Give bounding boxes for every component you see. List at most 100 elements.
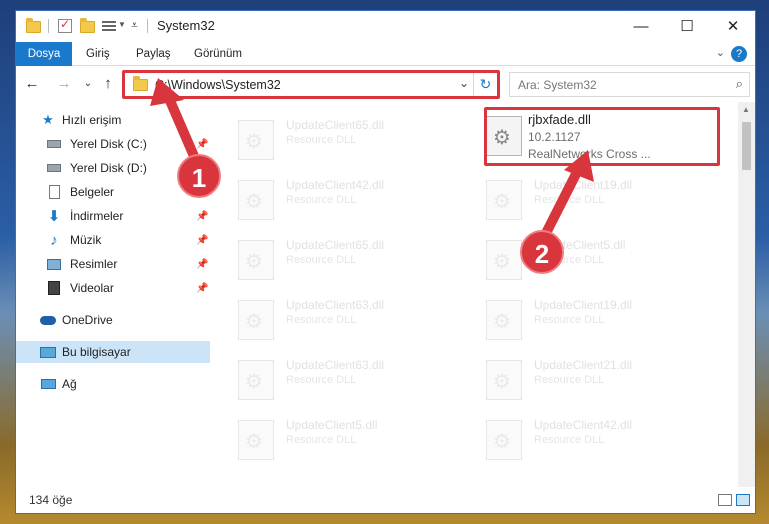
nav-item-videos[interactable]: Videolar 📌 bbox=[16, 277, 210, 299]
file-item[interactable]: UpdateClient21.dll Resource DLL bbox=[466, 352, 706, 408]
file-item[interactable]: UpdateClient19.dll Resource DLL bbox=[466, 172, 706, 228]
dll-file-icon bbox=[238, 180, 274, 220]
title-bar: ✓ ▼ ⩡ System32 — ☐ ✕ bbox=[16, 11, 755, 42]
scroll-thumb[interactable] bbox=[742, 122, 751, 170]
pin-icon[interactable]: 📌 bbox=[196, 211, 208, 222]
nav-label: Ağ bbox=[62, 377, 77, 391]
nav-item-pictures[interactable]: Resimler 📌 bbox=[16, 253, 210, 275]
nav-label: Müzik bbox=[70, 233, 102, 247]
properties-icon[interactable]: ✓ bbox=[58, 17, 72, 33]
file-item[interactable]: UpdateClient65.dll Resource DLL bbox=[218, 112, 458, 168]
file-desc: Resource DLL bbox=[534, 434, 605, 446]
nav-item-quick-access[interactable]: ★ Hızlı erişim bbox=[16, 109, 210, 131]
file-desc: Resource DLL bbox=[286, 194, 357, 206]
dll-file-icon bbox=[486, 420, 522, 460]
pin-icon[interactable]: 📌 bbox=[196, 259, 208, 270]
file-name: UpdateClient63.dll bbox=[286, 358, 385, 372]
computer-icon bbox=[40, 344, 56, 360]
ribbon: Dosya Giriş Paylaş Görünüm ⌄ ? bbox=[16, 42, 755, 66]
dll-file-icon bbox=[486, 240, 522, 280]
drive-icon bbox=[46, 160, 62, 176]
file-desc: Resource DLL bbox=[286, 374, 357, 386]
dll-file-icon bbox=[486, 360, 522, 400]
cloud-icon bbox=[40, 312, 56, 328]
dll-file-icon bbox=[238, 120, 274, 160]
file-desc: Resource DLL bbox=[286, 134, 357, 146]
file-item[interactable]: UpdateClient19.dll Resource DLL bbox=[466, 292, 706, 348]
pin-icon[interactable]: 📌 bbox=[196, 235, 208, 246]
new-folder-icon[interactable] bbox=[80, 18, 95, 39]
download-icon: ⬇ bbox=[47, 208, 61, 225]
address-highlight-box bbox=[122, 70, 500, 99]
nav-item-onedrive[interactable]: OneDrive bbox=[16, 309, 210, 331]
file-item[interactable]: UpdateClient42.dll Resource DLL bbox=[466, 412, 706, 468]
up-button[interactable]: ↑ bbox=[98, 75, 118, 92]
folder-icon bbox=[26, 17, 41, 35]
nav-item-drive-c[interactable]: Yerel Disk (C:) 📌 bbox=[16, 133, 210, 155]
back-button[interactable]: ← bbox=[22, 75, 42, 92]
file-item[interactable]: UpdateClient63.dll Resource DLL bbox=[218, 352, 458, 408]
file-name: UpdateClient65.dll bbox=[286, 238, 385, 252]
nav-label: Videolar bbox=[70, 281, 114, 295]
address-row: ← → ⌄ ↑ C:\Windows\System32 ⌄ ↻ Ara: Sys… bbox=[16, 67, 755, 102]
tiles-view-icon[interactable] bbox=[736, 494, 750, 506]
nav-item-music[interactable]: ♪ Müzik 📌 bbox=[16, 229, 210, 251]
file-item[interactable]: UpdateClient5.dll Resource DLL bbox=[466, 232, 706, 288]
nav-label: Bu bilgisayar bbox=[62, 345, 131, 359]
details-view-icon[interactable] bbox=[718, 494, 732, 506]
nav-item-network[interactable]: Ağ bbox=[16, 373, 210, 395]
maximize-button[interactable]: ☐ bbox=[664, 11, 710, 41]
dll-file-icon bbox=[486, 180, 522, 220]
file-desc: Resource DLL bbox=[534, 314, 605, 326]
tab-home[interactable]: Giriş bbox=[74, 42, 122, 66]
file-name: UpdateClient5.dll bbox=[286, 418, 378, 432]
help-button[interactable]: ? bbox=[731, 46, 747, 62]
file-desc: Resource DLL bbox=[534, 374, 605, 386]
search-placeholder: Ara: System32 bbox=[518, 78, 597, 92]
expand-ribbon-icon[interactable]: ⌄ bbox=[716, 46, 725, 59]
dll-file-icon bbox=[486, 300, 522, 340]
nav-label: Yerel Disk (D:) bbox=[70, 161, 147, 175]
pictures-icon bbox=[46, 256, 62, 272]
nav-label: Belgeler bbox=[70, 185, 115, 199]
file-item[interactable]: UpdateClient5.dll Resource DLL bbox=[218, 412, 458, 468]
nav-label: Yerel Disk (C:) bbox=[70, 137, 147, 151]
forward-button[interactable]: → bbox=[54, 75, 74, 92]
tab-view[interactable]: Görünüm bbox=[182, 42, 254, 66]
step-badge-1: 1 bbox=[177, 154, 221, 198]
file-item[interactable]: UpdateClient42.dll Resource DLL bbox=[218, 172, 458, 228]
step-badge-2: 2 bbox=[520, 230, 564, 274]
vertical-scrollbar[interactable]: ▲ bbox=[738, 102, 755, 487]
file-name: UpdateClient19.dll bbox=[534, 298, 633, 312]
nav-item-this-pc[interactable]: Bu bilgisayar bbox=[16, 341, 210, 363]
pin-icon[interactable]: 📌 bbox=[196, 139, 208, 150]
file-item[interactable]: UpdateClient65.dll Resource DLL bbox=[218, 232, 458, 288]
close-button[interactable]: ✕ bbox=[710, 11, 755, 41]
file-desc: Resource DLL bbox=[286, 434, 357, 446]
tab-share[interactable]: Paylaş bbox=[124, 42, 183, 66]
video-icon bbox=[46, 280, 62, 296]
file-highlight-box bbox=[484, 107, 720, 166]
file-item[interactable]: UpdateClient63.dll Resource DLL bbox=[218, 292, 458, 348]
dll-file-icon bbox=[238, 360, 274, 400]
recent-locations-button[interactable]: ⌄ bbox=[78, 78, 98, 89]
search-box[interactable]: Ara: System32 ⌕ bbox=[509, 72, 750, 97]
tab-file[interactable]: Dosya bbox=[16, 42, 72, 66]
nav-label: Hızlı erişim bbox=[62, 113, 122, 127]
title-divider bbox=[147, 19, 148, 33]
star-icon: ★ bbox=[42, 112, 54, 127]
scroll-up-icon[interactable]: ▲ bbox=[742, 105, 750, 114]
file-desc: Resource DLL bbox=[534, 194, 605, 206]
customize-toolbar-icon[interactable] bbox=[102, 20, 116, 32]
file-desc: Resource DLL bbox=[286, 314, 357, 326]
nav-label: İndirmeler bbox=[70, 209, 124, 223]
chevron-down-icon[interactable]: ▼ bbox=[118, 20, 126, 38]
status-bar: 134 öğe bbox=[16, 487, 755, 513]
file-name: UpdateClient63.dll bbox=[286, 298, 385, 312]
nav-item-downloads[interactable]: ⬇ İndirmeler 📌 bbox=[16, 205, 210, 227]
minimize-button[interactable]: — bbox=[618, 11, 664, 41]
documents-icon bbox=[46, 184, 62, 200]
pin-icon[interactable]: 📌 bbox=[196, 283, 208, 294]
file-name: UpdateClient42.dll bbox=[534, 418, 633, 432]
quick-access-dropdown-icon[interactable]: ⩡ bbox=[131, 18, 138, 36]
